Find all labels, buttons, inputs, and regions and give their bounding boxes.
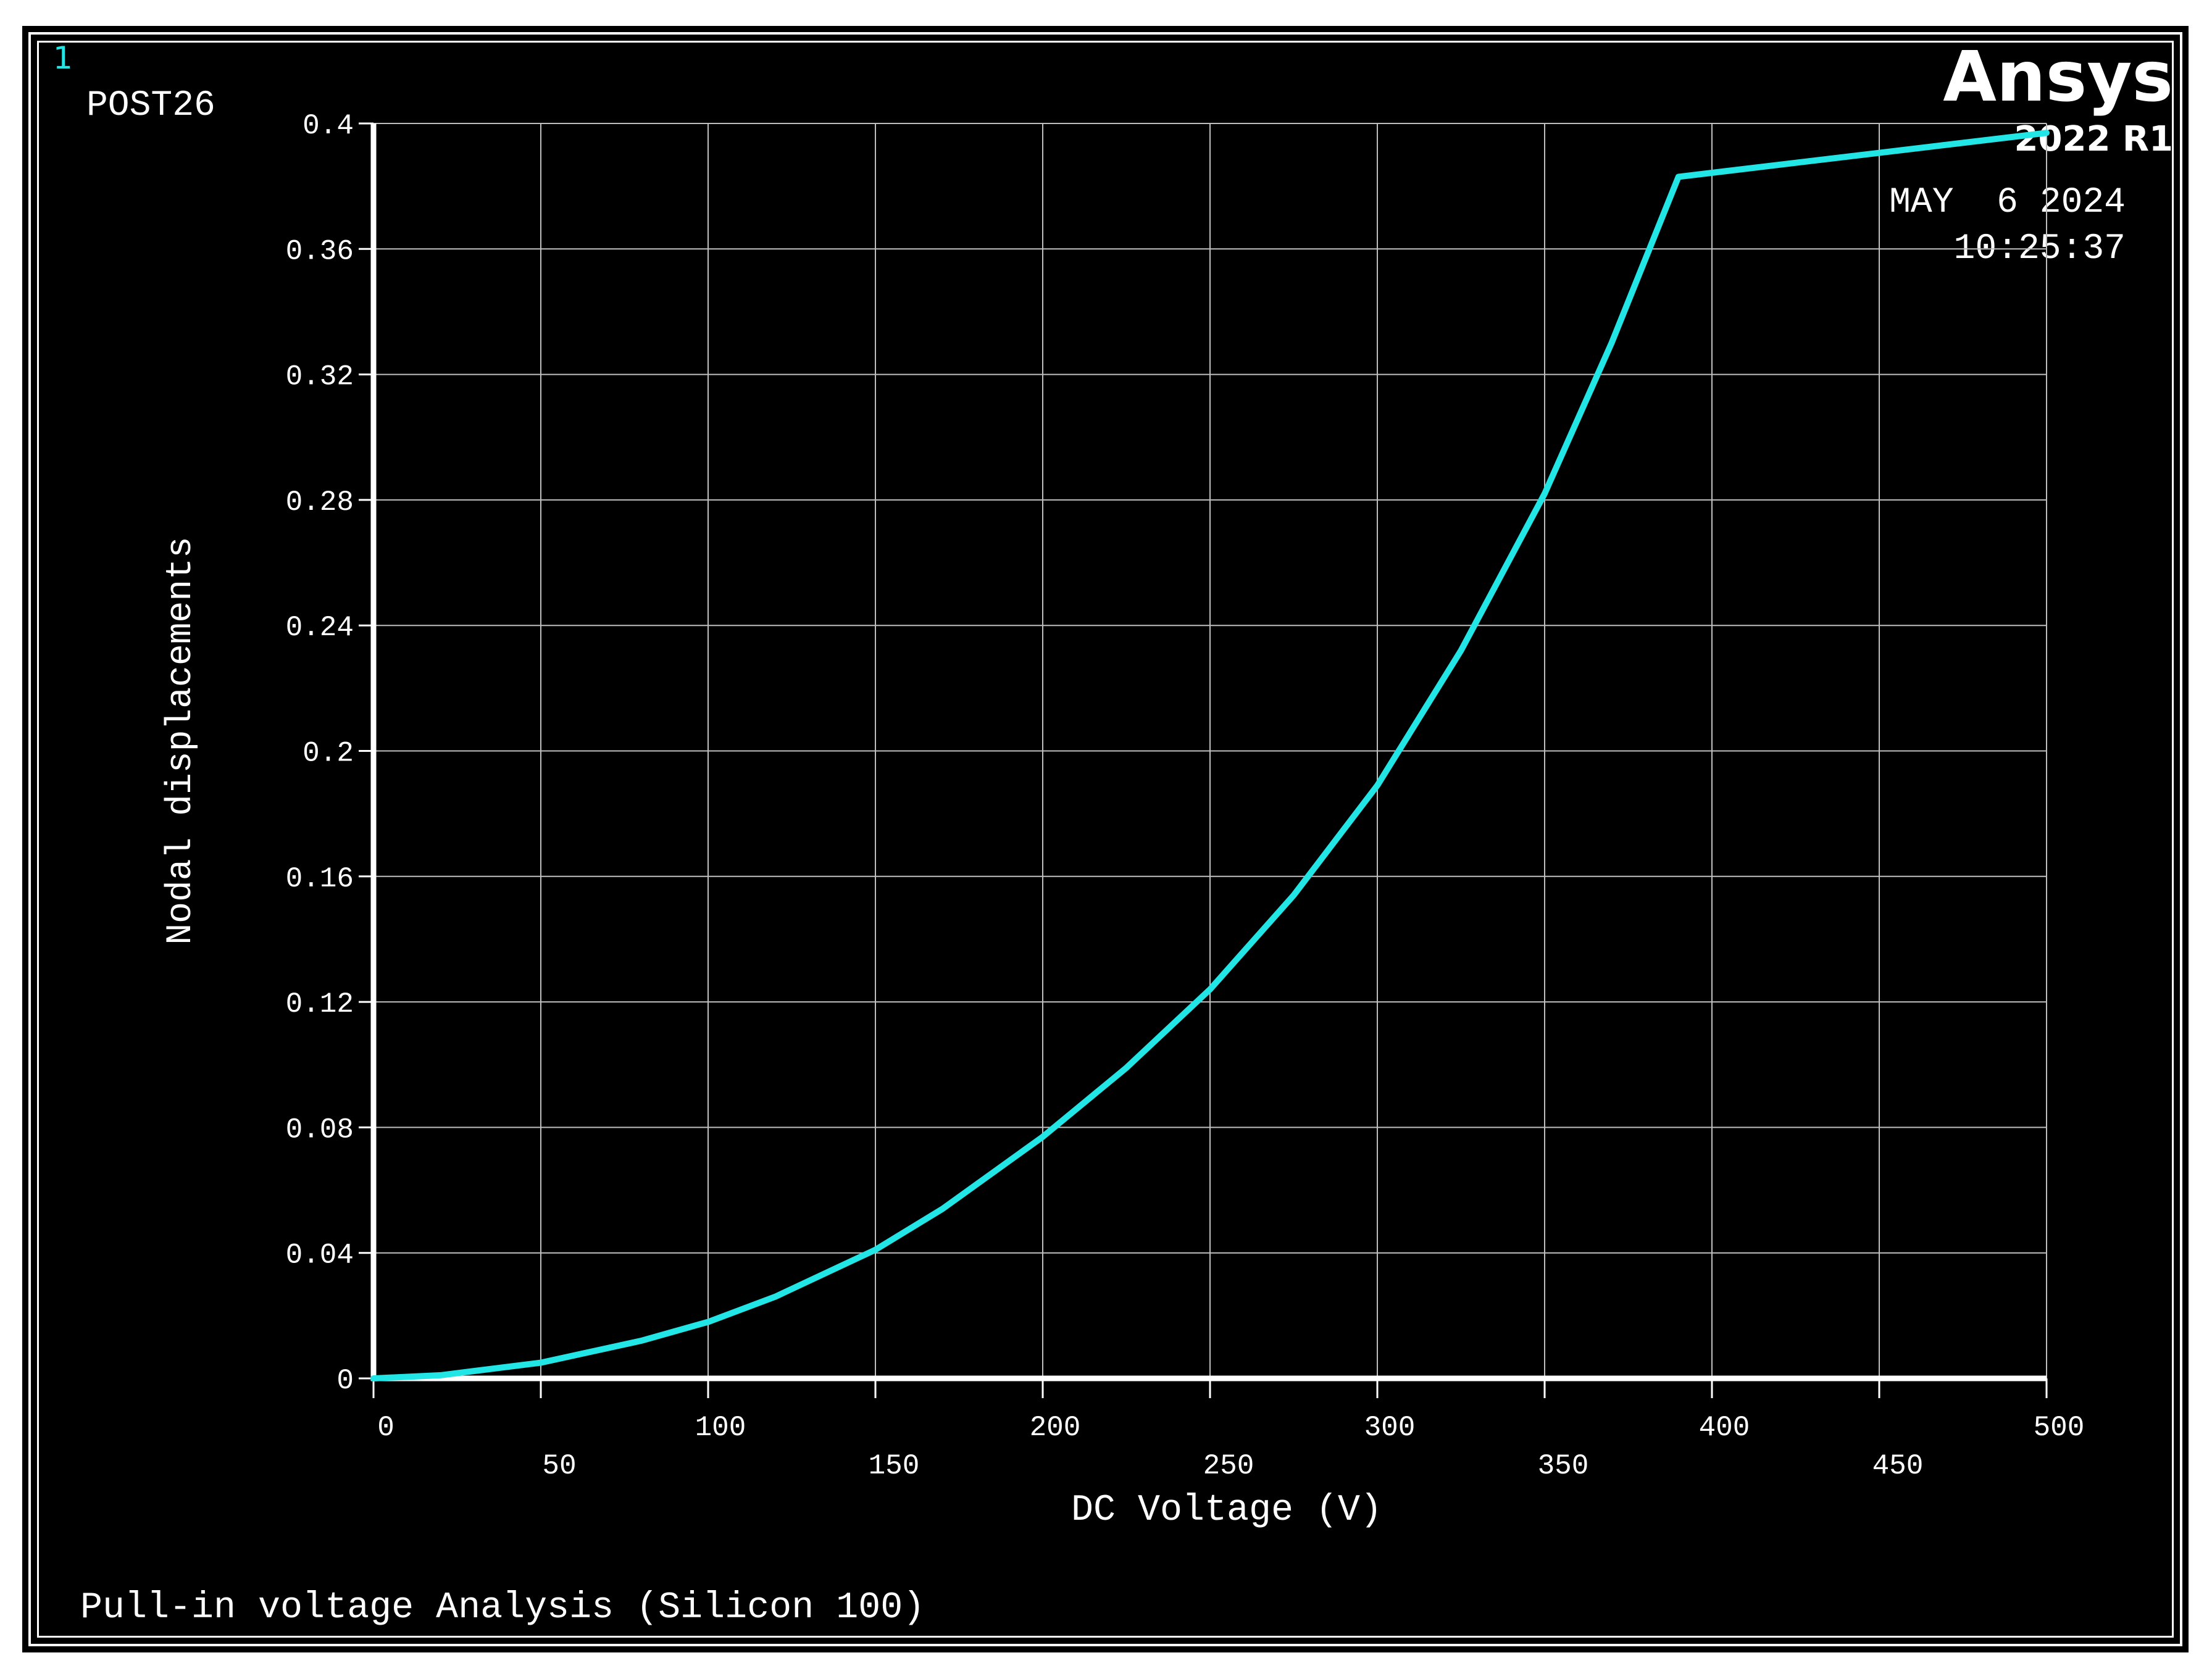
grid [374, 123, 2047, 1378]
x-tick-label: 50 [542, 1450, 576, 1482]
x-tick-labels: 0 100 200 300 400 500 50 150 250 350 450 [377, 1412, 2084, 1482]
footer-title: Pull-in voltage Analysis (Silicon 100) [80, 1587, 925, 1629]
y-tick-label: 0.24 [286, 612, 354, 644]
x-axis-label: DC Voltage (V) [1071, 1489, 1382, 1531]
x-tick-label: 150 [869, 1450, 920, 1482]
x-tick-label: 500 [2034, 1412, 2085, 1444]
axes [359, 122, 2048, 1398]
x-tick-label: 450 [1872, 1450, 1924, 1482]
y-tick-label: 0.2 [303, 738, 354, 770]
y-axis-label: Nodal displacements [161, 536, 201, 944]
date-label: MAY 6 2024 [1889, 183, 2126, 223]
y-tick-label: 0.28 [286, 486, 354, 519]
y-tick-label: 0.4 [303, 110, 354, 142]
y-tick-label: 0.04 [286, 1239, 354, 1272]
y-tick-label: 0.16 [286, 863, 354, 895]
y-tick-label: 0.32 [286, 361, 354, 393]
y-tick-labels: 0 0.04 0.08 0.12 0.16 0.2 0.24 0.28 0.32 0.36 0.4 [286, 110, 354, 1397]
x-tick-label: 200 [1030, 1412, 1081, 1444]
ansys-logo: Ansys [1943, 37, 2173, 117]
y-tick-label: 0.36 [286, 235, 354, 267]
window-number: 1 [53, 40, 73, 76]
y-tick-label: 0.08 [286, 1114, 354, 1146]
post-label: POST26 [86, 86, 215, 126]
y-tick-label: 0.12 [286, 988, 354, 1020]
x-tick-label: 100 [695, 1412, 746, 1444]
y-tick-label: 0 [336, 1365, 354, 1397]
x-tick-label: 0 [377, 1412, 394, 1444]
x-tick-label: 250 [1203, 1450, 1254, 1482]
x-tick-label: 400 [1699, 1412, 1750, 1444]
x-tick-label: 300 [1364, 1412, 1416, 1444]
version-label: 2022 R1 [2014, 119, 2173, 159]
x-tick-label: 350 [1538, 1450, 1589, 1482]
chart: 1 POST26 Ansys 2022 R1 MAY 6 2024 10:25:… [53, 37, 2173, 1629]
